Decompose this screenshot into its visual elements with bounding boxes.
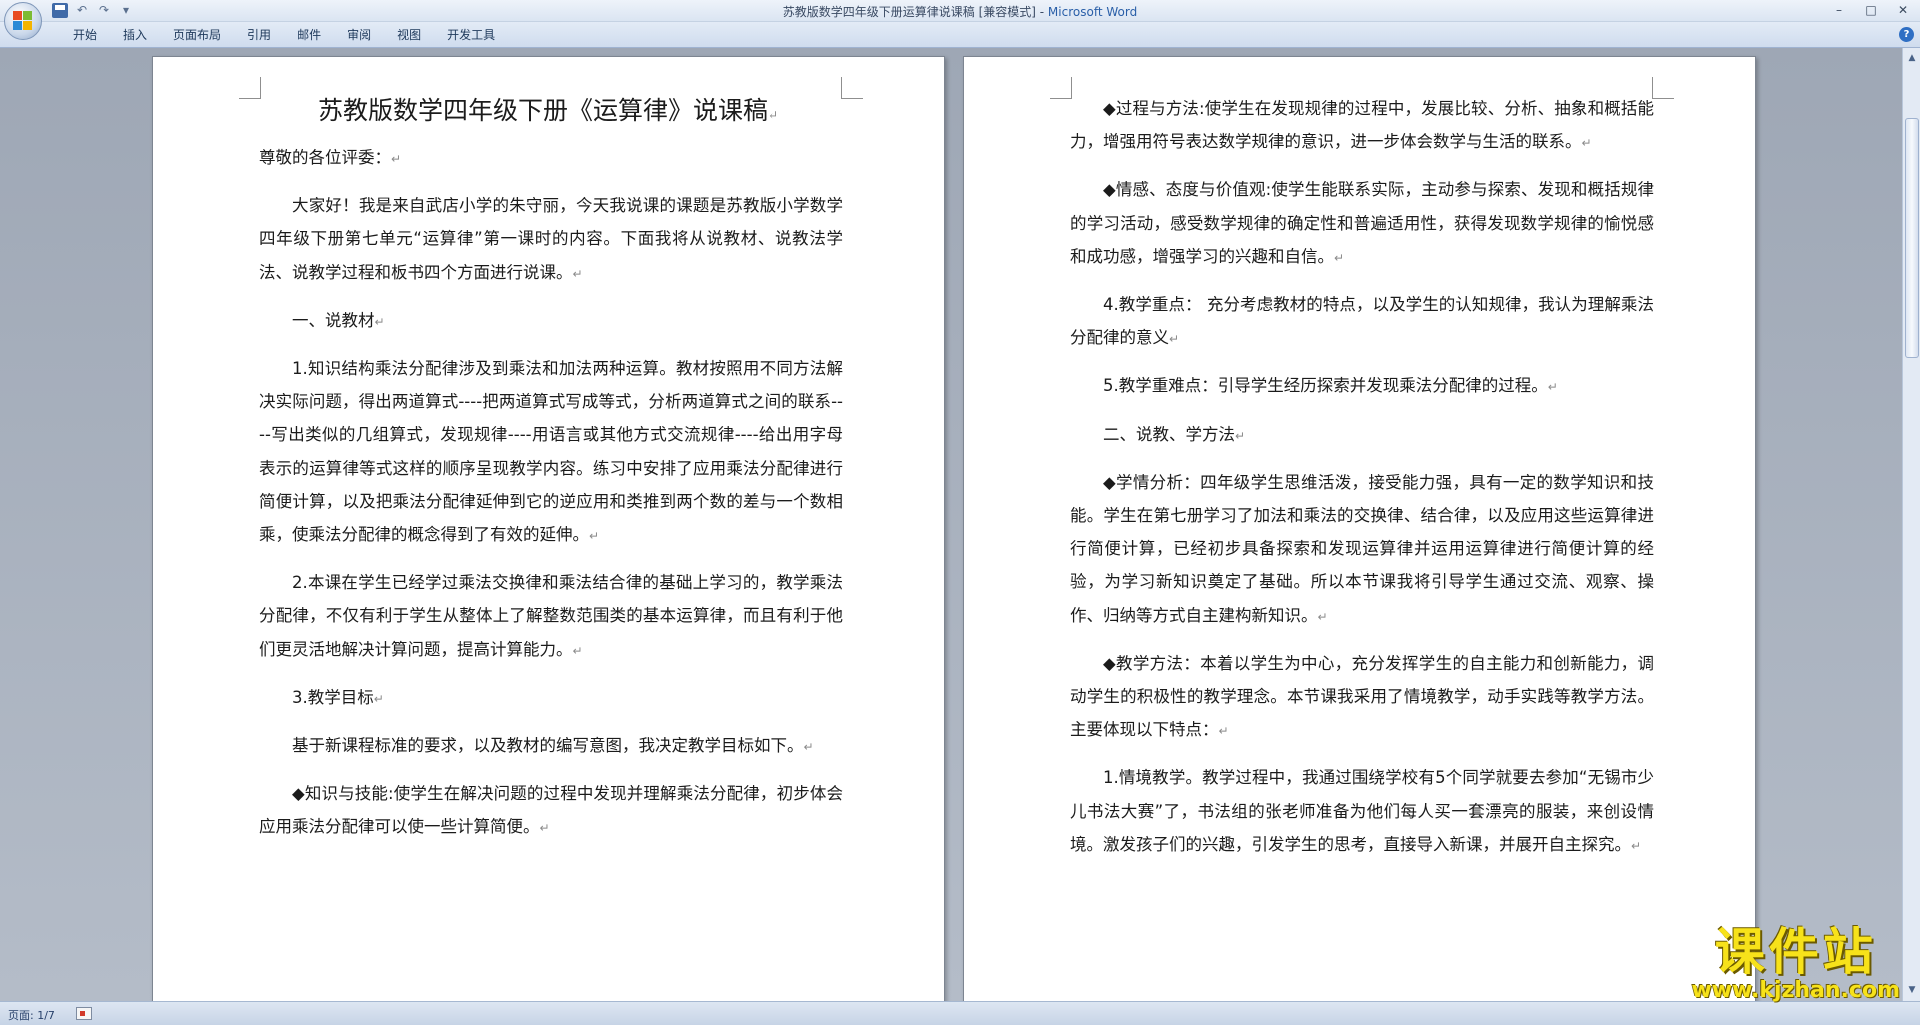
paragraph: 一、说教材↵ xyxy=(259,304,843,339)
ribbon-tab[interactable]: 引用 xyxy=(234,27,284,43)
crop-mark xyxy=(1050,77,1072,99)
paragraph-mark: ↵ xyxy=(1334,250,1345,265)
minimize-button[interactable]: – xyxy=(1828,1,1850,19)
paragraph-mark: ↵ xyxy=(1581,136,1592,151)
paragraph: 2.本课在学生已经学过乘法交换律和乘法结合律的基础上学习的，教学乘法分配律，不仅… xyxy=(259,566,843,668)
document-title: 苏教版数学四年级下册运算律说课稿 [兼容模式] - xyxy=(782,5,1048,19)
paragraph-text: ◆教学方法：本着以学生为中心，充分发挥学生的自主能力和创新能力，调动学生的积极性… xyxy=(1070,653,1654,740)
document-area: 苏教版数学四年级下册《运算律》说课稿↵ 尊敬的各位评委：↵ 大家好！我是来自武店小… xyxy=(0,48,1902,1001)
vertical-scrollbar[interactable]: ▲ ▼ xyxy=(1902,48,1920,1001)
paragraph-text: 5.教学重难点：引导学生经历探索并发现乘法分配律的过程。 xyxy=(1103,376,1548,396)
paragraph-mark: ↵ xyxy=(391,152,402,166)
ribbon-tab[interactable]: 邮件 xyxy=(284,27,334,43)
paragraph-text: 二、说教、学方法 xyxy=(1103,424,1235,444)
scroll-thumb[interactable] xyxy=(1905,118,1919,358)
paragraph-text: 3.教学目标 xyxy=(292,687,374,707)
paragraph-text: 1.情境教学。教学过程中，我通过围绕学校有5个同学就要去参加“无锡市少儿书法大赛… xyxy=(1070,768,1654,854)
paragraph: 4.教学重点： 充分考虑教材的特点，以及学生的认知规律，我认为理解乘法分配律的意… xyxy=(1070,288,1654,356)
watermark-logo: 课件站 www.kjzhan.com xyxy=(1691,925,1900,1003)
ribbon-tabs: 开始 插入 页面布局 引用 邮件 审阅 视图 开发工具 xyxy=(60,27,508,43)
ribbon-tab[interactable]: 审阅 xyxy=(334,27,384,43)
paragraph: 基于新课程标准的要求，以及教材的编写意图，我决定教学目标如下。↵ xyxy=(259,729,843,764)
paragraph-mark: ↵ xyxy=(1218,724,1229,739)
paragraph-text: 基于新课程标准的要求，以及教材的编写意图，我决定教学目标如下。 xyxy=(292,736,804,756)
paragraph: 二、说教、学方法↵ xyxy=(1070,418,1654,453)
paragraph-text: 1.知识结构乘法分配律涉及到乘法和加法两种运算。教材按照用不同方法解决实际问题，… xyxy=(259,359,843,545)
paragraph-mark: ↵ xyxy=(1631,838,1642,853)
close-button[interactable]: ✕ xyxy=(1892,1,1914,19)
window-controls: – □ ✕ xyxy=(1828,1,1914,19)
ribbon-tab[interactable]: 视图 xyxy=(384,27,434,43)
paragraph-text: 2.本课在学生已经学过乘法交换律和乘法结合律的基础上学习的，教学乘法分配律，不仅… xyxy=(259,573,843,659)
paragraph: ◆教学方法：本着以学生为中心，充分发挥学生的自主能力和创新能力，调动学生的积极性… xyxy=(1070,647,1654,749)
paragraph-mark: ↵ xyxy=(572,643,583,658)
page-2-text: ◆过程与方法:使学生在发现规律的过程中，发展比较、分析、抽象和概括能力，增强用符… xyxy=(1070,92,1654,876)
paragraph-text: ◆过程与方法:使学生在发现规律的过程中，发展比较、分析、抽象和概括能力，增强用符… xyxy=(1070,99,1654,152)
maximize-button[interactable]: □ xyxy=(1860,1,1882,19)
paragraph-text: 尊敬的各位评委： xyxy=(259,148,391,167)
status-bar: 页面: 1/7 xyxy=(0,1001,1920,1025)
page-count[interactable]: 页面: 1/7 xyxy=(8,1007,55,1023)
paragraph: 5.教学重难点：引导学生经历探索并发现乘法分配律的过程。↵ xyxy=(1070,369,1654,404)
paragraph-text: ◆情感、态度与价值观:使学生能联系实际，主动参与探索、发现和概括规律的学习活动，… xyxy=(1070,180,1654,266)
paragraph-mark: ↵ xyxy=(1547,380,1558,395)
paragraph: ◆知识与技能:使学生在解决问题的过程中发现并理解乘法分配律，初步体会应用乘法分配… xyxy=(259,777,843,845)
ribbon-tab[interactable]: 插入 xyxy=(110,27,160,43)
paragraph-text: 一、说教材 xyxy=(292,310,375,330)
crop-mark xyxy=(1652,77,1674,99)
paragraph: 1.知识结构乘法分配律涉及到乘法和加法两种运算。教材按照用不同方法解决实际问题，… xyxy=(259,352,843,553)
app-name: Microsoft Word xyxy=(1047,5,1138,19)
paragraph-text: ◆学情分析：四年级学生思维活泼，接受能力强，具有一定的数学知识和技能。学生在第七… xyxy=(1070,472,1654,625)
page-1-text: 苏教版数学四年级下册《运算律》说课稿↵ 尊敬的各位评委：↵ 大家好！我是来自武店小… xyxy=(259,91,843,859)
paragraph: ◆过程与方法:使学生在发现规律的过程中，发展比较、分析、抽象和概括能力，增强用符… xyxy=(1070,92,1654,160)
paragraph-mark: ↵ xyxy=(803,740,814,755)
paragraph: 3.教学目标↵ xyxy=(259,681,843,716)
watermark-url: www.kjzhan.com xyxy=(1691,978,1900,1003)
paragraph-mark: ↵ xyxy=(373,691,384,706)
paragraph-text: 大家好！我是来自武店小学的朱守丽，今天我说课的课题是苏教版小学数学四年级下册第七… xyxy=(259,196,843,282)
paragraph-text: 4.教学重点： 充分考虑教材的特点，以及学生的认知规律，我认为理解乘法分配律的意… xyxy=(1070,295,1654,348)
paragraph-mark: ↵ xyxy=(589,529,600,544)
proofing-icon[interactable] xyxy=(76,1007,92,1020)
paragraph-mark: ↵ xyxy=(1317,609,1328,624)
window-title: 苏教版数学四年级下册运算律说课稿 [兼容模式] - Microsoft Word xyxy=(0,3,1920,20)
crop-mark xyxy=(841,77,863,99)
title-bar: ↶ ↷ ▾ 苏教版数学四年级下册运算律说课稿 [兼容模式] - Microsof… xyxy=(0,0,1920,22)
office-button[interactable] xyxy=(4,2,42,40)
scroll-down-icon[interactable]: ▼ xyxy=(1904,982,1920,998)
ribbon-tab[interactable]: 开始 xyxy=(60,27,110,43)
ribbon-tab-bar: 开始 插入 页面布局 引用 邮件 审阅 视图 开发工具 ? xyxy=(0,22,1920,48)
document-page-1[interactable]: 苏教版数学四年级下册《运算律》说课稿↵ 尊敬的各位评委：↵ 大家好！我是来自武店小… xyxy=(152,56,945,1001)
paragraph: 1.情境教学。教学过程中，我通过围绕学校有5个同学就要去参加“无锡市少儿书法大赛… xyxy=(1070,761,1654,863)
paragraph: ◆学情分析：四年级学生思维活泼，接受能力强，具有一定的数学知识和技能。学生在第七… xyxy=(1070,466,1654,634)
document-heading: 苏教版数学四年级下册《运算律》说课稿↵ xyxy=(317,96,779,125)
paragraph-mark: ↵ xyxy=(374,314,385,329)
paragraph: 尊敬的各位评委：↵ xyxy=(259,141,843,176)
watermark-title: 课件站 xyxy=(1714,923,1877,981)
paragraph-mark: ↵ xyxy=(539,821,550,836)
paragraph-text: ◆知识与技能:使学生在解决问题的过程中发现并理解乘法分配律，初步体会应用乘法分配… xyxy=(259,784,843,837)
scroll-up-icon[interactable]: ▲ xyxy=(1904,50,1920,66)
document-page-2[interactable]: ◆过程与方法:使学生在发现规律的过程中，发展比较、分析、抽象和概括能力，增强用符… xyxy=(963,56,1756,1001)
paragraph-mark: ↵ xyxy=(1235,428,1246,443)
paragraph: 大家好！我是来自武店小学的朱守丽，今天我说课的课题是苏教版小学数学四年级下册第七… xyxy=(259,189,843,291)
ribbon-tab[interactable]: 页面布局 xyxy=(160,27,234,43)
paragraph-mark: ↵ xyxy=(572,266,583,281)
paragraph-mark: ↵ xyxy=(1169,332,1180,347)
office-logo-icon xyxy=(13,11,33,31)
paragraph: ◆情感、态度与价值观:使学生能联系实际，主动参与探索、发现和概括规律的学习活动，… xyxy=(1070,173,1654,275)
ribbon-tab[interactable]: 开发工具 xyxy=(434,27,508,43)
help-icon[interactable]: ? xyxy=(1899,27,1914,42)
